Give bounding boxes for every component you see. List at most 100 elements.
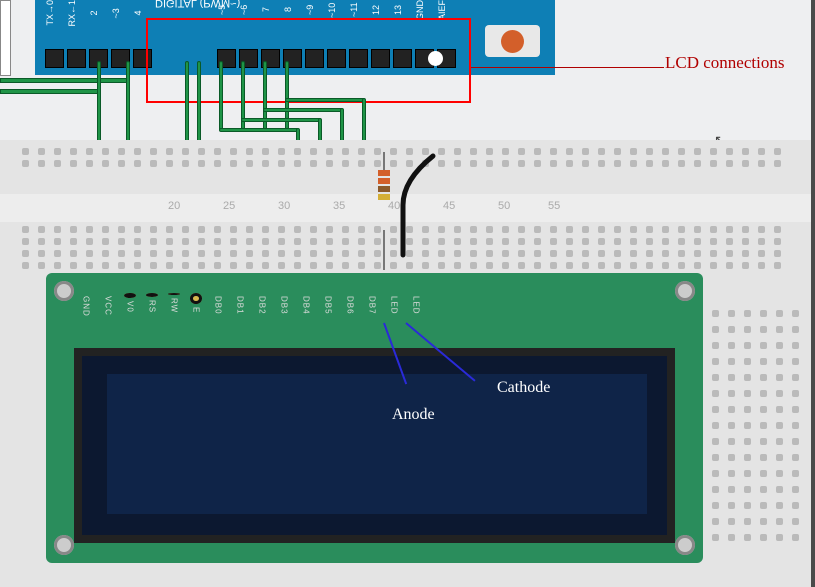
breadboard-hole <box>118 148 125 155</box>
breadboard-hole <box>566 250 573 257</box>
reset-button <box>485 25 540 57</box>
jumper-wire-black <box>398 150 443 260</box>
breadboard-hole <box>518 226 525 233</box>
breadboard-hole <box>534 262 541 269</box>
breadboard-hole <box>774 262 781 269</box>
breadboard-hole <box>374 160 381 167</box>
breadboard-hole <box>150 226 157 233</box>
breadboard-hole <box>678 238 685 245</box>
breadboard-hole <box>502 226 509 233</box>
pin-socket <box>45 49 64 68</box>
pin-label: 12 <box>371 0 393 20</box>
breadboard-hole <box>294 250 301 257</box>
breadboard-hole <box>662 262 669 269</box>
lcd-pad-v0: V0 <box>120 293 140 313</box>
breadboard-hole <box>358 160 365 167</box>
breadboard-hole <box>710 148 717 155</box>
breadboard-hole <box>726 226 733 233</box>
breadboard-hole <box>38 262 45 269</box>
wire <box>0 89 100 94</box>
breadboard-hole <box>694 238 701 245</box>
breadboard-hole <box>422 262 429 269</box>
ruler-50: 50 <box>498 200 510 212</box>
pin-label: TX→0 <box>45 0 67 27</box>
breadboard-hole <box>374 250 381 257</box>
breadboard-hole <box>678 226 685 233</box>
breadboard-hole <box>518 250 525 257</box>
breadboard-hole <box>262 238 269 245</box>
breadboard-hole <box>550 238 557 245</box>
lcd-pad-label: RW <box>170 298 179 313</box>
breadboard-hole <box>182 226 189 233</box>
breadboard-hole <box>614 226 621 233</box>
breadboard-hole <box>390 160 397 167</box>
breadboard-hole <box>582 262 589 269</box>
breadboard-row <box>712 486 799 493</box>
breadboard-hole <box>630 226 637 233</box>
breadboard-row <box>712 390 799 397</box>
breadboard-hole <box>182 160 189 167</box>
screw-icon <box>675 535 695 555</box>
breadboard-hole <box>582 160 589 167</box>
resistor-lead <box>383 230 385 270</box>
breadboard-hole <box>22 160 29 167</box>
breadboard-hole <box>758 238 765 245</box>
pin-label: 8 <box>283 0 305 20</box>
breadboard-hole <box>214 148 221 155</box>
breadboard-hole <box>326 160 333 167</box>
breadboard-hole <box>214 160 221 167</box>
breadboard-hole <box>166 148 173 155</box>
breadboard-hole <box>326 148 333 155</box>
breadboard-hole <box>726 148 733 155</box>
breadboard-hole <box>454 226 461 233</box>
breadboard-row <box>712 358 799 365</box>
breadboard-hole <box>198 238 205 245</box>
breadboard-hole <box>278 238 285 245</box>
breadboard-hole <box>710 160 717 167</box>
wire <box>285 98 365 102</box>
breadboard-hole <box>118 226 125 233</box>
lcd-pad-label: DB3 <box>280 296 289 315</box>
breadboard-hole <box>246 238 253 245</box>
wire <box>219 61 223 131</box>
breadboard-hole <box>246 160 253 167</box>
breadboard-hole <box>102 262 109 269</box>
breadboard-hole <box>598 226 605 233</box>
ruler-35: 35 <box>333 200 345 212</box>
breadboard-hole <box>342 250 349 257</box>
breadboard-hole <box>342 262 349 269</box>
breadboard-hole <box>470 250 477 257</box>
wire <box>126 61 130 151</box>
breadboard-hole <box>22 238 29 245</box>
lcd-module: GNDVCCV0RSRWEDB0DB1DB2DB3DB4DB5DB6DB7LED… <box>46 273 703 563</box>
breadboard-hole <box>774 148 781 155</box>
breadboard-hole <box>230 238 237 245</box>
breadboard-hole <box>102 160 109 167</box>
breadboard-hole <box>662 238 669 245</box>
breadboard-hole <box>390 262 397 269</box>
breadboard-hole <box>134 226 141 233</box>
breadboard-hole <box>518 262 525 269</box>
lcd-pad-label: E <box>192 307 201 313</box>
screw-icon <box>54 535 74 555</box>
lcd-pad-label: LED <box>412 296 421 315</box>
breadboard-hole <box>710 238 717 245</box>
breadboard-hole <box>694 250 701 257</box>
breadboard-hole <box>246 226 253 233</box>
breadboard-hole <box>134 148 141 155</box>
breadboard-hole <box>630 238 637 245</box>
breadboard-row <box>712 326 799 333</box>
pin-label: ~6 <box>239 0 261 20</box>
breadboard-hole <box>22 148 29 155</box>
lcd-pad-vcc: VCC <box>98 293 118 313</box>
resistor-band <box>378 194 390 200</box>
lcd-pad-db1: DB1 <box>230 293 250 313</box>
breadboard-hole <box>390 226 397 233</box>
breadboard-hole <box>582 250 589 257</box>
breadboard-hole <box>646 238 653 245</box>
breadboard-hole <box>598 160 605 167</box>
breadboard-hole <box>486 148 493 155</box>
breadboard-hole <box>582 238 589 245</box>
breadboard-hole <box>54 238 61 245</box>
breadboard-hole <box>662 250 669 257</box>
